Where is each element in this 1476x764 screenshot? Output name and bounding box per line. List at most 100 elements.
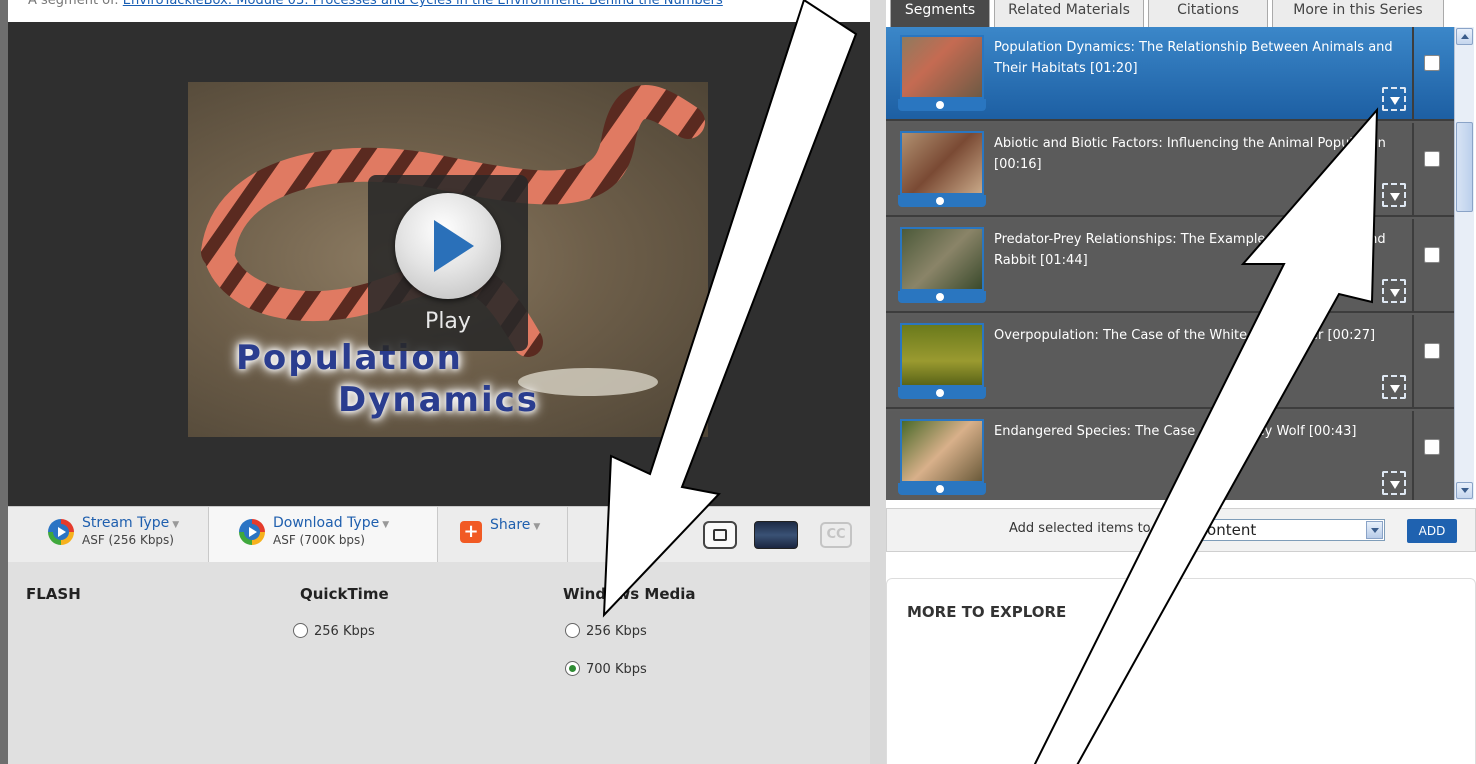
stream-type-tab[interactable]: Stream Type ▼ ASF (256 Kbps)	[18, 507, 208, 563]
segment-source-link[interactable]: EnviroTackleBox: Module 03: Processes an…	[123, 0, 723, 8]
play-dot-icon	[936, 101, 944, 109]
download-type-tab[interactable]: Download Type ▼ ASF (700K bps)	[208, 507, 438, 564]
play-icon	[395, 193, 501, 299]
sidebar-tabs: Segments Related Materials Citations Mor…	[886, 0, 1476, 27]
download-icon[interactable]	[1382, 87, 1406, 111]
segment-checkbox[interactable]	[1424, 151, 1440, 167]
segment-title[interactable]: Abiotic and Biotic Factors: Influencing …	[994, 133, 1394, 175]
play-label: Play	[425, 309, 471, 334]
left-border	[0, 0, 8, 764]
scroll-down-icon[interactable]	[1456, 482, 1473, 499]
thumbnail-play-bar	[898, 483, 986, 495]
segment-prefix: A segment of:	[28, 0, 119, 8]
player-column: A segment of: EnviroTackleBox: Module 03…	[0, 0, 880, 764]
tab-related-materials[interactable]: Related Materials	[994, 0, 1144, 27]
sidebar-column: Segments Related Materials Citations Mor…	[870, 0, 1476, 764]
download-icon[interactable]	[1382, 279, 1406, 303]
destination-select-value: My Content	[1170, 521, 1257, 539]
scroll-up-icon[interactable]	[1456, 28, 1473, 45]
tab-more-in-series[interactable]: More in this Series	[1272, 0, 1444, 27]
row-divider	[1412, 411, 1414, 500]
tab-segments[interactable]: Segments	[890, 0, 990, 27]
stream-type-label-text: Stream Type	[82, 515, 170, 531]
quicktime-256-option[interactable]: 256 Kbps	[293, 623, 375, 639]
segment-header: A segment of: EnviroTackleBox: Module 03…	[8, 0, 870, 22]
dropdown-caret-icon: ▼	[382, 520, 390, 530]
segments-scrollbar[interactable]	[1454, 27, 1474, 500]
widescreen-button[interactable]	[754, 521, 798, 549]
segment-thumbnail[interactable]	[900, 131, 984, 195]
list-item[interactable]: Abiotic and Biotic Factors: Influencing …	[886, 123, 1454, 217]
add-selected-label: Add selected items to	[1009, 521, 1151, 536]
add-selected-bar: Add selected items to My Content ADD	[886, 508, 1476, 552]
page: A segment of: EnviroTackleBox: Module 03…	[0, 0, 1476, 764]
more-to-explore-panel: MORE TO EXPLORE	[886, 578, 1476, 764]
windows-media-heading: Windows Media	[563, 585, 696, 603]
windows-media-256-option[interactable]: 256 Kbps	[565, 623, 647, 639]
video-player[interactable]: Population Dynamics Play	[8, 22, 870, 506]
stream-type-label: Stream Type ▼	[82, 515, 179, 531]
segment-thumbnail[interactable]	[900, 419, 984, 483]
list-item[interactable]: Overpopulation: The Case of the White-Ta…	[886, 315, 1454, 409]
list-item[interactable]: Predator-Prey Relationships: The Example…	[886, 219, 1454, 313]
list-item[interactable]: Population Dynamics: The Relationship Be…	[886, 27, 1454, 121]
thumbnail-play-bar	[898, 99, 986, 111]
share-tab[interactable]: + Share ▼	[438, 507, 568, 563]
video-title-line2: Dynamics	[338, 380, 540, 420]
share-label: Share ▼	[490, 517, 540, 533]
radio-button[interactable]	[293, 623, 308, 638]
segment-checkbox[interactable]	[1424, 247, 1440, 263]
dropdown-caret-icon: ▼	[533, 522, 541, 532]
download-icon[interactable]	[1382, 183, 1406, 207]
list-item[interactable]: Endangered Species: The Case of the Grey…	[886, 411, 1454, 500]
play-triangle-icon	[434, 220, 474, 272]
segment-title[interactable]: Endangered Species: The Case of the Grey…	[994, 421, 1394, 442]
share-label-text: Share	[490, 517, 531, 533]
player-controls-bar: Stream Type ▼ ASF (256 Kbps) Download Typ…	[8, 506, 870, 564]
segment-title[interactable]: Population Dynamics: The Relationship Be…	[994, 37, 1394, 79]
add-button[interactable]: ADD	[1407, 519, 1457, 543]
video-thumbnail[interactable]: Population Dynamics Play	[188, 82, 708, 437]
tab-citations[interactable]: Citations	[1148, 0, 1268, 27]
windows-media-700-label: 700 Kbps	[586, 662, 647, 677]
segments-list: Population Dynamics: The Relationship Be…	[886, 27, 1454, 500]
row-divider	[1412, 123, 1414, 217]
segment-title[interactable]: Overpopulation: The Case of the White-Ta…	[994, 325, 1394, 346]
more-to-explore-title: MORE TO EXPLORE	[907, 603, 1067, 621]
segment-title[interactable]: Predator-Prey Relationships: The Example…	[994, 229, 1394, 271]
scroll-thumb[interactable]	[1456, 122, 1473, 212]
download-type-label-text: Download Type	[273, 515, 380, 531]
fullscreen-icon	[713, 529, 727, 541]
row-divider	[1412, 27, 1414, 121]
chevron-down-icon[interactable]	[1366, 521, 1383, 539]
radio-button[interactable]	[565, 623, 580, 638]
radio-button-selected[interactable]	[565, 661, 580, 676]
row-divider	[1412, 315, 1414, 409]
segment-checkbox[interactable]	[1424, 55, 1440, 71]
windows-media-700-option[interactable]: 700 Kbps	[565, 661, 647, 677]
segment-thumbnail[interactable]	[900, 323, 984, 387]
stream-type-value: ASF (256 Kbps)	[82, 533, 174, 547]
fullscreen-button[interactable]	[703, 521, 737, 549]
media-player-icon	[48, 519, 74, 545]
segment-checkbox[interactable]	[1424, 439, 1440, 455]
closed-captions-button[interactable]: CC	[820, 522, 852, 548]
segment-thumbnail[interactable]	[900, 227, 984, 291]
segment-checkbox[interactable]	[1424, 343, 1440, 359]
thumbnail-play-bar	[898, 387, 986, 399]
play-dot-icon	[936, 293, 944, 301]
download-icon[interactable]	[1382, 375, 1406, 399]
play-dot-icon	[936, 389, 944, 397]
quicktime-heading: QuickTime	[300, 585, 389, 603]
download-type-label: Download Type ▼	[273, 515, 389, 531]
play-button[interactable]: Play	[368, 175, 528, 351]
download-options-panel: FLASH QuickTime Windows Media 256 Kbps 2…	[8, 562, 870, 764]
thumbnail-play-bar	[898, 291, 986, 303]
destination-select[interactable]: My Content	[1163, 519, 1385, 541]
windows-media-256-label: 256 Kbps	[586, 624, 647, 639]
download-icon[interactable]	[1382, 471, 1406, 495]
play-dot-icon	[936, 197, 944, 205]
segment-thumbnail[interactable]	[900, 35, 984, 99]
quicktime-256-label: 256 Kbps	[314, 624, 375, 639]
segment-source-line: A segment of: EnviroTackleBox: Module 03…	[28, 0, 723, 8]
